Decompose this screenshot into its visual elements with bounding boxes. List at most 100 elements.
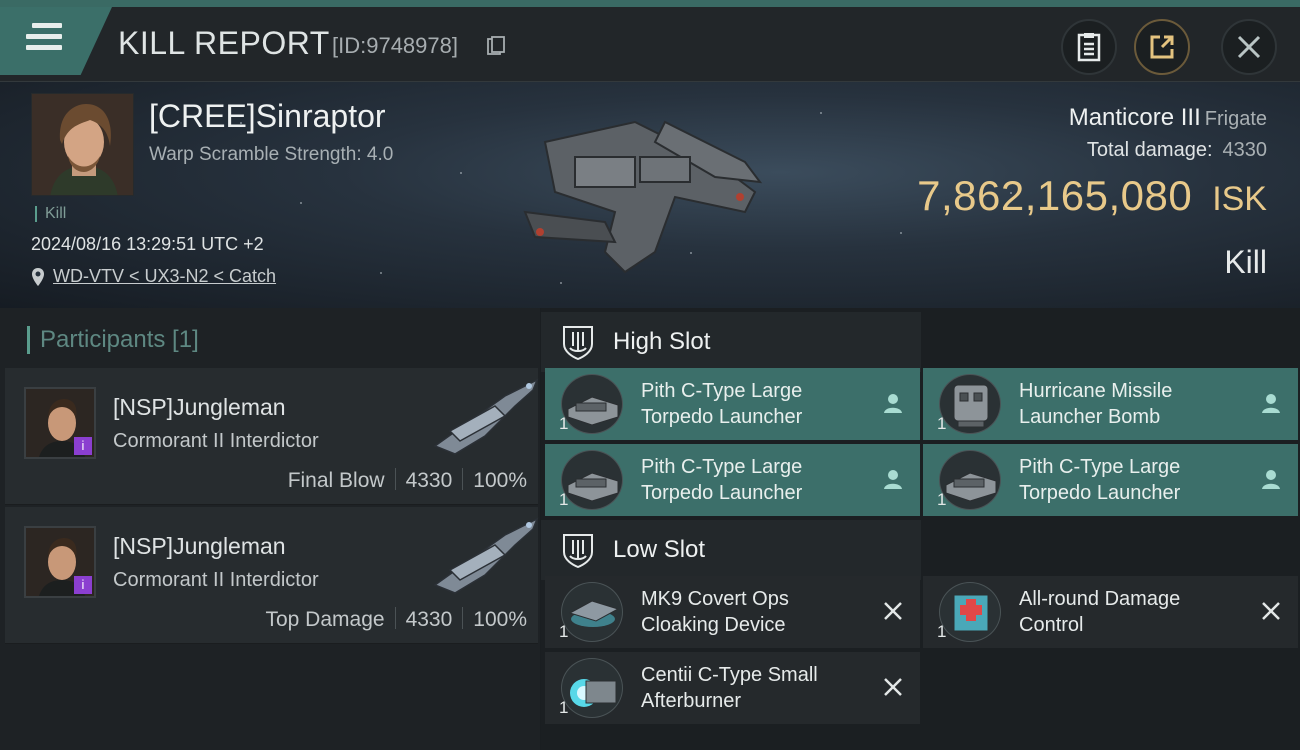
torpedo-launcher-icon [939,450,1001,510]
module-name-line2: Afterburner [641,690,742,712]
close-button[interactable] [1221,19,1277,75]
share-icon [1150,35,1174,59]
victim-name[interactable]: [CREE]Sinraptor [149,98,386,135]
isk-amount: 7,862,165,080 [917,172,1193,219]
participant-card[interactable]: i [NSP]Jungleman Cormorant II Interdicto… [5,368,539,505]
pilot-icon[interactable] [882,468,904,490]
participant-stats: Final Blow 4330 100% [288,468,527,493]
participant-portrait[interactable]: i [24,387,96,459]
participant-percent: 100% [473,608,527,631]
module-name: Pith C-Type Large Torpedo Launcher [641,378,871,430]
high-slot-header: High Slot [541,312,921,372]
low-slot-icon [563,534,593,568]
location-pin-icon [32,267,44,286]
damage-control-icon [939,582,1001,642]
torpedo-launcher-icon [561,450,623,510]
participant-role: Final Blow [287,469,385,492]
victim-ship: Manticore III Frigate [1069,104,1267,132]
module-name-line1: Hurricane Missile [1019,380,1173,402]
missile-launcher-icon [939,374,1001,434]
module-name: Pith C-Type Large Torpedo Launcher [1019,454,1249,506]
module-name-line2: Cloaking Device [641,614,786,636]
low-slot-header: Low Slot [541,520,921,580]
share-button[interactable] [1134,19,1190,75]
destroyed-x-icon [884,602,902,620]
participant-portrait[interactable]: i [24,526,96,598]
total-damage-label: Total damage: [1086,139,1213,161]
victim-portrait[interactable] [31,93,134,196]
module-name: Hurricane Missile Launcher Bomb [1019,378,1249,430]
location-link[interactable]: WD-VTV < UX3-N2 < Catch [53,266,276,287]
module-item[interactable]: 1 All-round Damage Control [923,576,1298,648]
victim-avatar-icon [32,94,133,195]
module-name-line1: Pith C-Type Large [641,456,803,478]
module-item[interactable]: 1 Centii C-Type Small Afterburner [545,652,920,724]
high-slot-icon [563,326,593,360]
participant-name[interactable]: [NSP]Jungleman [113,533,286,560]
menu-button[interactable] [0,7,112,75]
module-quantity: 1 [937,414,947,433]
module-quantity: 1 [559,698,569,717]
module-name: Pith C-Type Large Torpedo Launcher [641,454,871,506]
destroyed-x-icon [884,678,902,696]
hamburger-icon [26,23,62,53]
result-label: Kill [1224,244,1267,280]
participant-ship: Cormorant II Interdictor [113,430,319,452]
low-slot-label: Low Slot [613,536,706,563]
module-item[interactable]: 1 Pith C-Type Large Torpedo Launcher [545,444,920,516]
participant-percent: 100% [473,469,527,492]
participant-role: Top Damage [265,608,385,631]
close-icon [1237,35,1261,59]
module-item[interactable]: 1 Pith C-Type Large Torpedo Launcher [545,368,920,440]
kill-datetime: 2024/08/16 13:29:51 UTC +2 [31,234,264,254]
report-id: [ID:9748978] [332,33,458,58]
pilot-icon[interactable] [882,392,904,414]
module-name: All-round Damage Control [1019,586,1249,638]
victim-summary-panel: [CREE]Sinraptor Warp Scramble Strength: … [0,82,1300,308]
module-item[interactable]: 1 Hurricane Missile Launcher Bomb [923,368,1298,440]
module-quantity: 1 [559,490,569,509]
total-damage-value: 4330 [1222,139,1268,161]
ship-class: Frigate [1204,108,1267,130]
module-name-line1: Pith C-Type Large [1019,456,1181,478]
cloaking-device-icon [561,582,623,642]
header-bar: KILL REPORT [ID:9748978] [0,7,1300,82]
module-quantity: 1 [559,414,569,433]
participant-name[interactable]: [NSP]Jungleman [113,394,286,421]
module-quantity: 1 [937,490,947,509]
participant-ship-image [433,517,539,594]
module-name-line1: MK9 Covert Ops [641,588,789,610]
participants-title: Participants [1] [27,326,199,354]
module-quantity: 1 [937,622,947,641]
ship-name: Manticore III [1068,104,1201,131]
participant-stats: Top Damage 4330 100% [265,607,527,632]
participant-ship-image [433,378,539,455]
module-name-line2: Torpedo Launcher [641,406,803,428]
kill-tag: Kill [35,206,66,222]
module-name-line1: All-round Damage [1019,588,1181,610]
module-item[interactable]: 1 Pith C-Type Large Torpedo Launcher [923,444,1298,516]
header-accent-line [0,0,1300,7]
torpedo-launcher-icon [561,374,623,434]
participant-badge: i [74,437,92,455]
participant-badge: i [74,576,92,594]
module-name-line1: Pith C-Type Large [641,380,803,402]
clipboard-icon [1077,33,1101,62]
isk-value: 7,862,165,080 ISK [917,172,1267,220]
module-item[interactable]: 1 MK9 Covert Ops Cloaking Device [545,576,920,648]
pilot-icon[interactable] [1260,468,1282,490]
participant-card[interactable]: i [NSP]Jungleman Cormorant II Interdicto… [5,507,539,644]
copy-icon[interactable] [487,36,505,56]
participants-panel: Participants [1] i [NSP]Jungleman Cormor… [0,308,540,750]
total-damage: Total damage: 4330 [1087,139,1267,162]
high-slot-label: High Slot [613,328,711,355]
module-quantity: 1 [559,622,569,641]
pilot-icon[interactable] [1260,392,1282,414]
participant-ship: Cormorant II Interdictor [113,569,319,591]
clipboard-button[interactable] [1061,19,1117,75]
module-name: MK9 Covert Ops Cloaking Device [641,586,871,638]
participant-damage: 4330 [405,469,453,492]
module-name-line1: Centii C-Type Small [641,664,818,686]
module-name-line2: Torpedo Launcher [1019,482,1181,504]
kill-location[interactable]: WD-VTV < UX3-N2 < Catch [31,266,276,287]
